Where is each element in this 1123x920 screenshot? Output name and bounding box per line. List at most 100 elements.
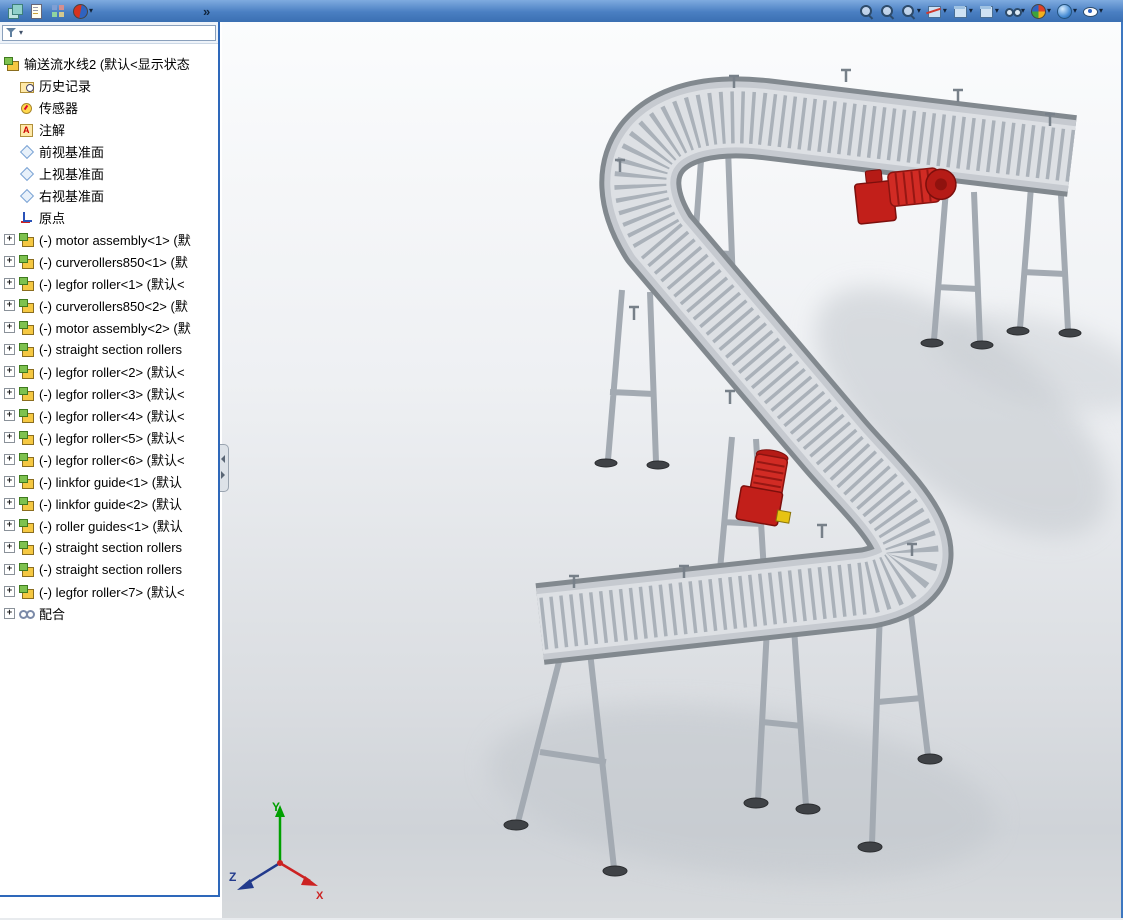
previous-view-icon bbox=[900, 3, 916, 19]
expand-icon[interactable]: + bbox=[4, 255, 15, 267]
tree-item[interactable]: + (-) roller guides<1> (默认 bbox=[0, 514, 218, 536]
tree-item[interactable]: 前视基准面 bbox=[0, 140, 218, 162]
zoom-area-button[interactable] bbox=[877, 1, 897, 21]
conveyor-3d-model[interactable] bbox=[222, 22, 1123, 920]
expand-icon[interactable]: + bbox=[4, 343, 15, 355]
motor-2[interactable] bbox=[735, 446, 801, 528]
solidworks-resources-button[interactable]: ▾ bbox=[70, 1, 95, 21]
section-view-button[interactable]: ▾ bbox=[924, 1, 949, 21]
tree-item[interactable]: + (-) legfor roller<3> (默认< bbox=[0, 382, 218, 404]
component-icon bbox=[19, 408, 34, 423]
dropdown-arrow-icon[interactable]: ▾ bbox=[995, 7, 999, 15]
expand-icon[interactable]: + bbox=[4, 497, 15, 509]
dropdown-arrow-icon[interactable]: ▾ bbox=[1047, 7, 1051, 15]
expand-icon[interactable]: + bbox=[4, 365, 15, 377]
dropdown-arrow-icon[interactable]: ▾ bbox=[943, 7, 947, 15]
view-orientation-button[interactable]: ▾ bbox=[950, 1, 975, 21]
tree-root-item[interactable]: 输送流水线2 (默认<显示状态 bbox=[0, 52, 218, 74]
tree-filter-box[interactable]: ▾ bbox=[2, 24, 216, 41]
tree-item-label: 配合 bbox=[39, 606, 66, 622]
expand-icon[interactable]: + bbox=[4, 607, 15, 619]
top-toolbar: ▾ » ▾ ▾ ▾ ▾ ▾ ▾ ▾ ▾ bbox=[0, 0, 1123, 22]
component-icon bbox=[19, 364, 34, 379]
tree-item-label: 前视基准面 bbox=[39, 144, 105, 160]
tree-item[interactable]: + (-) legfor roller<2> (默认< bbox=[0, 360, 218, 382]
tree-item[interactable]: + (-) straight section rollers bbox=[0, 536, 218, 558]
previous-view-button[interactable]: ▾ bbox=[898, 1, 923, 21]
tree-item[interactable]: + (-) motor assembly<1> (默 bbox=[0, 228, 218, 250]
tree-item[interactable]: + (-) straight section rollers bbox=[0, 558, 218, 580]
zoom-fit-button[interactable] bbox=[856, 1, 876, 21]
tree-item[interactable]: + (-) linkfor guide<1> (默认 bbox=[0, 470, 218, 492]
component-icon bbox=[19, 386, 34, 401]
tree-item[interactable]: 原点 bbox=[0, 206, 218, 228]
tree-item[interactable]: 传感器 bbox=[0, 96, 218, 118]
tree-item[interactable]: + (-) linkfor guide<2> (默认 bbox=[0, 492, 218, 514]
tree-item[interactable]: 右视基准面 bbox=[0, 184, 218, 206]
tree-item[interactable]: + (-) curverollers850<1> (默 bbox=[0, 250, 218, 272]
zoom-area-icon bbox=[879, 3, 895, 19]
toolbar-overflow-chevron[interactable]: » bbox=[199, 4, 214, 19]
tree-item-label: (-) legfor roller<3> (默认< bbox=[39, 386, 185, 402]
tree-item-label: (-) legfor roller<6> (默认< bbox=[39, 452, 185, 468]
filter-dropdown-arrow-icon[interactable]: ▾ bbox=[19, 28, 23, 37]
expand-icon[interactable]: + bbox=[4, 519, 15, 531]
tree-item-label: (-) curverollers850<1> (默 bbox=[39, 254, 188, 270]
dropdown-arrow-icon[interactable]: ▾ bbox=[969, 7, 973, 15]
expand-icon[interactable]: + bbox=[4, 541, 15, 553]
dropdown-arrow-icon[interactable]: ▾ bbox=[1099, 7, 1103, 15]
tree-item-label: (-) roller guides<1> (默认 bbox=[39, 518, 183, 534]
expand-icon[interactable]: + bbox=[4, 563, 15, 575]
tree-item-label: 右视基准面 bbox=[39, 188, 105, 204]
tree-item[interactable]: + (-) legfor roller<5> (默认< bbox=[0, 426, 218, 448]
tree-item[interactable]: + (-) legfor roller<6> (默认< bbox=[0, 448, 218, 470]
file-open-button[interactable] bbox=[26, 1, 46, 21]
edit-appearance-button[interactable]: ▾ bbox=[1028, 1, 1053, 21]
expand-icon[interactable]: + bbox=[4, 299, 15, 311]
dropdown-arrow-icon[interactable]: ▾ bbox=[89, 7, 93, 15]
tree-item-label: (-) legfor roller<1> (默认< bbox=[39, 276, 185, 292]
tree-item[interactable]: + (-) motor assembly<2> (默 bbox=[0, 316, 218, 338]
expand-icon[interactable]: + bbox=[4, 233, 15, 245]
expand-icon[interactable]: + bbox=[4, 387, 15, 399]
component-icon bbox=[19, 496, 34, 511]
tree-item-label: (-) motor assembly<2> (默 bbox=[39, 320, 191, 336]
panel-splitter[interactable] bbox=[220, 444, 229, 492]
display-style-button[interactable]: ▾ bbox=[976, 1, 1001, 21]
file-new-button[interactable] bbox=[4, 1, 24, 21]
component-icon bbox=[19, 474, 34, 489]
dropdown-arrow-icon[interactable]: ▾ bbox=[1073, 7, 1077, 15]
tree-item[interactable]: + (-) legfor roller<7> (默认< bbox=[0, 580, 218, 602]
expand-icon[interactable]: + bbox=[4, 409, 15, 421]
tree-item[interactable]: + (-) straight section rollers bbox=[0, 338, 218, 360]
tree-item[interactable]: + (-) legfor roller<1> (默认< bbox=[0, 272, 218, 294]
tree-item[interactable]: + 配合 bbox=[0, 602, 218, 624]
dropdown-arrow-icon[interactable]: ▾ bbox=[917, 7, 921, 15]
window-layout-button[interactable] bbox=[48, 1, 68, 21]
hide-show-items-button[interactable]: ▾ bbox=[1002, 1, 1027, 21]
tree-item-label: (-) legfor roller<5> (默认< bbox=[39, 430, 185, 446]
feature-tree: 输送流水线2 (默认<显示状态 历史记录传感器注解前视基准面上视基准面右视基准面… bbox=[0, 44, 218, 624]
expand-icon[interactable]: + bbox=[4, 585, 15, 597]
apply-scene-button[interactable]: ▾ bbox=[1054, 1, 1079, 21]
expand-icon[interactable]: + bbox=[4, 431, 15, 443]
expand-icon[interactable]: + bbox=[4, 321, 15, 333]
component-icon bbox=[19, 232, 34, 247]
expand-icon[interactable]: + bbox=[4, 277, 15, 289]
hide-show-items-icon bbox=[1004, 3, 1022, 19]
tree-item[interactable]: 历史记录 bbox=[0, 74, 218, 96]
component-icon bbox=[19, 540, 34, 555]
expand-icon[interactable]: + bbox=[4, 453, 15, 465]
tree-item-label: (-) legfor roller<2> (默认< bbox=[39, 364, 185, 380]
view-settings-button[interactable]: ▾ bbox=[1080, 1, 1105, 21]
edit-appearance-icon bbox=[1030, 3, 1046, 19]
expand-icon[interactable]: + bbox=[4, 475, 15, 487]
component-icon bbox=[19, 342, 34, 357]
tree-item[interactable]: 上视基准面 bbox=[0, 162, 218, 184]
tree-item[interactable]: + (-) curverollers850<2> (默 bbox=[0, 294, 218, 316]
feature-tree-panel: ▾ 输送流水线2 (默认<显示状态 历史记录传感器注解前视基准面上视基准面右视基… bbox=[0, 22, 220, 897]
tree-item[interactable]: + (-) legfor roller<4> (默认< bbox=[0, 404, 218, 426]
tree-item[interactable]: 注解 bbox=[0, 118, 218, 140]
annotations-icon bbox=[19, 122, 34, 137]
graphics-area[interactable]: Y Z X bbox=[222, 22, 1123, 920]
